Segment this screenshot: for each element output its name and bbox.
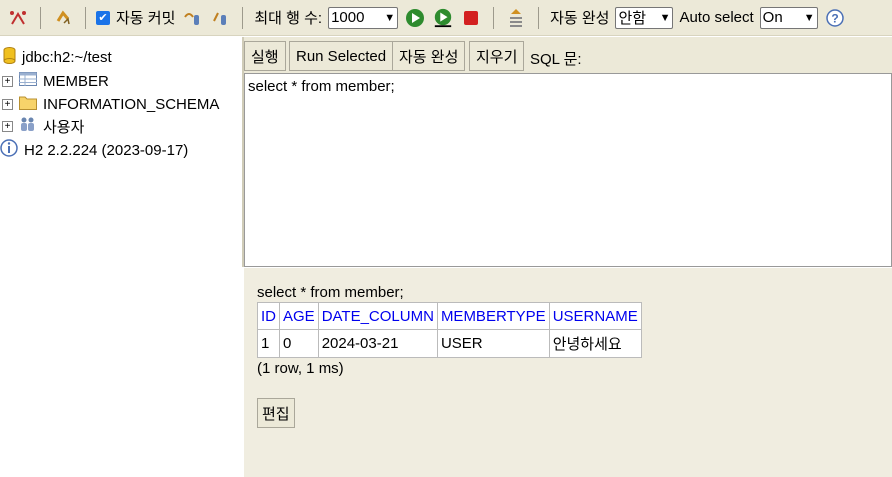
rollback-icon[interactable] [182,8,202,28]
max-rows-label: 최대 행 수: [254,10,323,27]
users-icon [19,116,37,136]
schema-tree: jdbc:h2:~/test + MEMBER + INFORMATION_SC… [0,37,242,477]
table-icon [19,72,37,90]
history-icon[interactable] [506,8,526,28]
disconnect-icon[interactable] [8,8,28,28]
table-cell: 0 [279,329,319,358]
help-icon[interactable]: ? [825,8,845,28]
chevron-down-icon: ▼ [659,11,671,24]
toolbar-separator [242,6,244,29]
table-cell: 1 [257,329,280,358]
max-rows-select[interactable]: 1000 ▼ [328,6,399,29]
sql-label: SQL 문: [530,51,582,68]
column-header[interactable]: ID [257,302,280,330]
run-selected-button[interactable]: Run Selected [289,41,394,71]
column-header[interactable]: DATE_COLUMN [317,302,438,330]
expand-icon[interactable]: + [2,120,13,132]
chevron-down-icon: ▼ [803,11,815,24]
tree-item-label: MEMBER [43,72,109,90]
run-selected-icon[interactable] [433,8,453,28]
column-header[interactable]: AGE [279,302,319,330]
toolbar-separator [538,6,540,29]
toolbar-separator [40,6,41,29]
svg-text:?: ? [831,11,838,25]
tree-item-users[interactable]: + 사용자 [0,115,84,137]
database-icon [3,46,16,68]
table-cell: 2024-03-21 [317,329,438,358]
toolbar-separator [493,6,495,29]
autocomplete-value: 안함 [618,10,647,27]
tree-item-member[interactable]: + MEMBER [0,70,109,92]
stop-icon[interactable] [461,8,481,28]
run-button[interactable]: 실행 [244,41,286,71]
autocomplete-select[interactable]: 안함 ▼ [615,6,674,29]
run-icon[interactable] [405,8,425,28]
autoselect-value: On [762,9,783,26]
table-cell: 안녕하세요 [548,329,642,358]
autoselect-select[interactable]: On ▼ [759,6,818,29]
toolbar: ✔ 자동 커밋 최대 행 수: 1000 ▼ 자동 완성 안함 ▼ Auto sel… [0,0,892,36]
table-header-row: ID AGE DATE_COLUMN MEMBERTYPE USERNAME [257,302,642,330]
tree-item-label: INFORMATION_SCHEMA [43,95,220,113]
refresh-icon[interactable] [53,8,73,28]
autocomplete-button[interactable]: 자동 완성 [392,41,466,71]
column-header[interactable]: MEMBERTYPE [436,302,550,330]
chevron-down-icon: ▼ [384,11,396,24]
table-row: 1 0 2024-03-21 USER 안녕하세요 [257,329,642,358]
commit-icon[interactable] [210,8,230,28]
query-panel: 실행 Run Selected 자동 완성 지우기 SQL 문: select … [242,37,892,267]
result-panel: select * from member; ID AGE DATE_COLUMN… [244,268,892,477]
expand-icon[interactable]: + [2,75,13,87]
max-rows-value: 1000 [331,9,365,26]
tree-item-label: 사용자 [43,118,85,136]
result-query-text: select * from member; [257,284,404,301]
connection-node[interactable]: jdbc:h2:~/test [0,46,112,68]
version-label: H2 2.2.224 (2023-09-17) [24,141,189,159]
autocommit-label: 자동 커밋 [116,10,176,27]
folder-icon [19,95,37,114]
tree-item-information-schema[interactable]: + INFORMATION_SCHEMA [0,93,219,115]
toolbar-separator [85,6,86,29]
clear-button[interactable]: 지우기 [469,41,525,71]
result-summary: (1 row, 1 ms) [257,360,344,377]
result-table: ID AGE DATE_COLUMN MEMBERTYPE USERNAME 1… [257,302,642,358]
autoselect-label: Auto select [679,9,754,26]
sql-editor[interactable]: select * from member; [244,73,892,267]
table-cell: USER [436,329,550,358]
version-node: H2 2.2.224 (2023-09-17) [0,139,188,161]
autocomplete-label: 자동 완성 [550,10,610,27]
expand-icon[interactable]: + [2,98,13,110]
info-icon [0,139,18,161]
edit-button[interactable]: 편집 [257,398,295,428]
autocommit-checkbox[interactable]: ✔ [96,10,110,25]
column-header[interactable]: USERNAME [548,302,642,330]
connection-label: jdbc:h2:~/test [22,48,112,66]
